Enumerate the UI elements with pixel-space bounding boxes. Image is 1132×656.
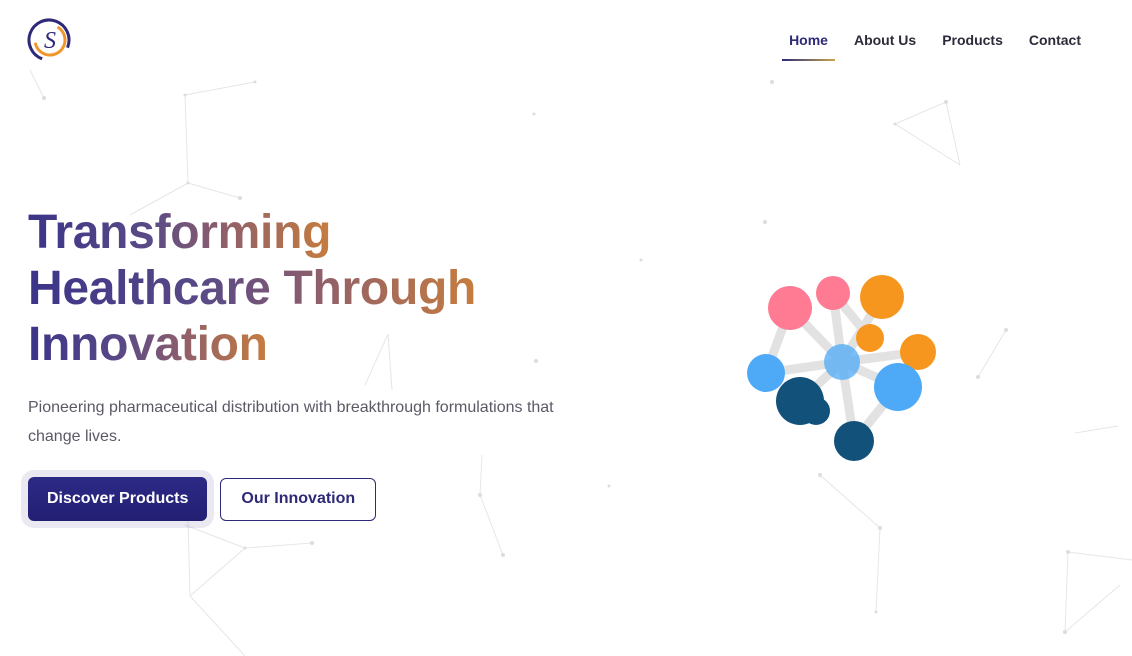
nav-home[interactable]: Home [776,30,841,61]
hero-title: Transforming Healthcare Through Innovati… [28,205,508,373]
hero-title-line-1: Transforming [28,206,332,259]
hero-cta-group: Discover Products Our Innovation [28,477,628,521]
atom-darkblue-bottom [834,421,874,461]
nav-contact[interactable]: Contact [1016,30,1094,61]
atom-lightblue-right [874,363,922,411]
brand-logo-icon[interactable]: S [27,16,73,64]
atom-orange-large [860,275,904,319]
discover-products-button[interactable]: Discover Products [28,477,208,521]
atom-darkblue-overlap [802,397,830,425]
site-header: S Home About Us Products Contact [0,0,1132,80]
atom-center [824,344,860,380]
atom-pink-large [768,286,812,330]
atom-pink-small [816,276,850,310]
our-innovation-button[interactable]: Our Innovation [220,477,377,521]
logo-letter: S [44,28,56,54]
hero-subtitle: Pioneering pharmaceutical distribution w… [28,399,554,445]
main-nav: Home About Us Products Contact [776,30,1094,61]
molecule-icon [747,275,936,461]
hero-title-line-3: Innovation [28,318,268,371]
nav-products[interactable]: Products [929,30,1016,61]
hero-title-line-2: Healthcare Through [28,262,476,315]
hero-section: Transforming Healthcare Through Innovati… [28,205,628,521]
atom-orange-small [856,324,884,352]
atom-lightblue-left [747,354,785,392]
nav-about-us[interactable]: About Us [841,30,929,61]
